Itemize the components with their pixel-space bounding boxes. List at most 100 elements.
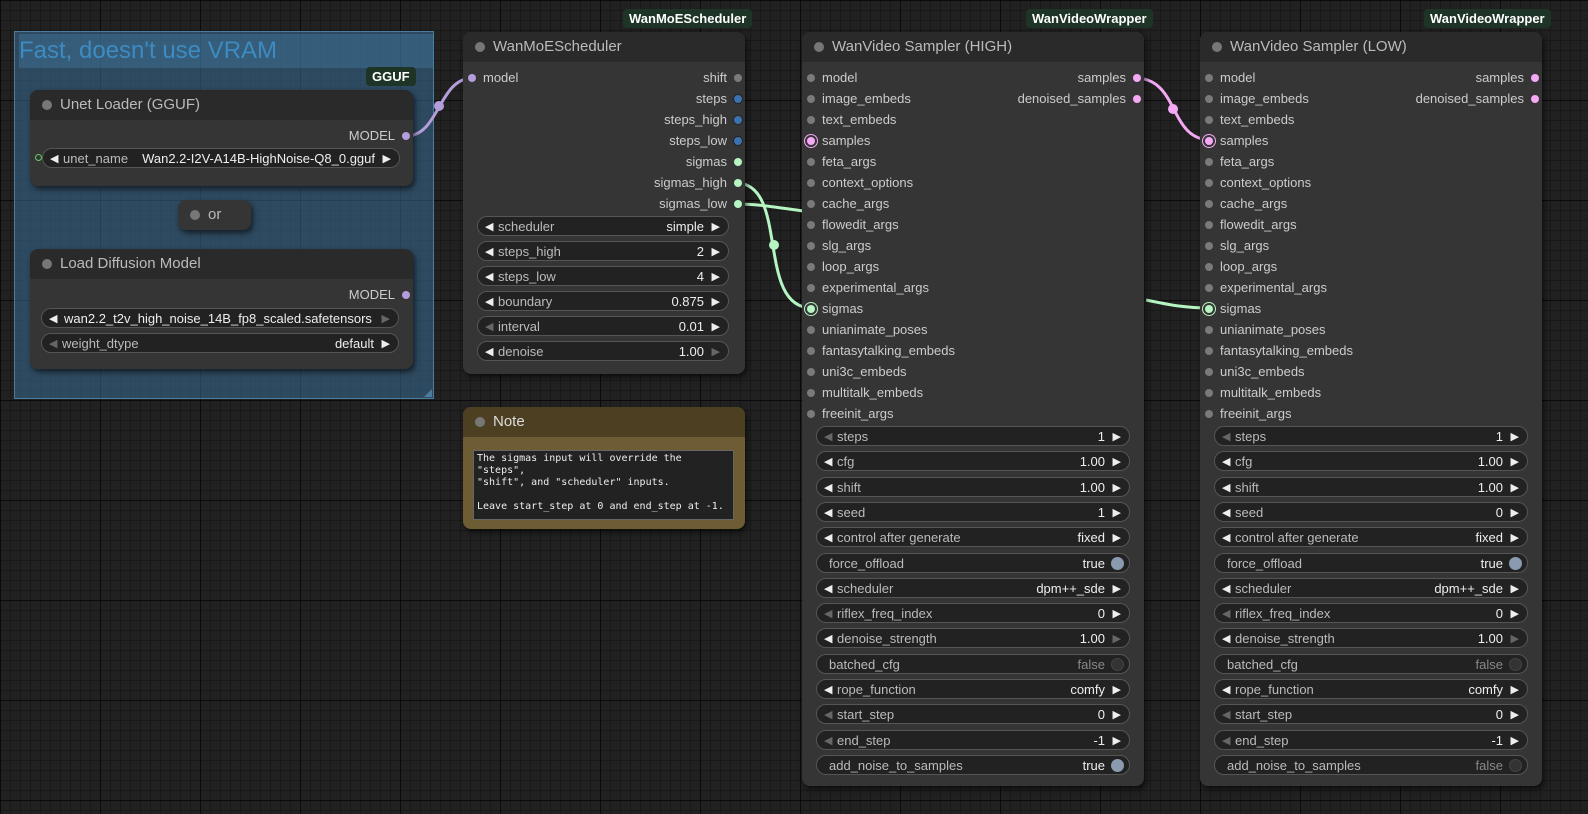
slot-dot-icon[interactable] [1531,74,1539,82]
input-loop-args[interactable]: loop_args [1200,257,1277,277]
arrow-left-icon[interactable]: ◀ [824,478,832,498]
arrow-left-icon[interactable]: ◀ [485,292,493,312]
arrow-left-icon[interactable]: ◀ [1222,452,1230,472]
slot-dot-icon[interactable] [1205,221,1213,229]
output-sigmas[interactable]: sigmas [686,152,745,172]
node-title[interactable]: Note [463,407,745,437]
arrow-right-icon[interactable]: ▶ [1511,452,1519,472]
arrow-left-icon[interactable]: ◀ [1222,478,1230,498]
toggle-knob-icon[interactable] [1111,556,1124,570]
node-title[interactable]: Unet Loader (GGUF) [30,90,413,120]
batched-cfg-widget[interactable]: batched_cfg false [816,653,1130,674]
input-model[interactable]: model [1200,68,1255,88]
widget-input-dot-icon[interactable] [35,154,42,161]
batched-cfg-widget[interactable]: batched_cfg false [1214,653,1528,674]
seed-widget[interactable]: ◀ seed 0 ▶ [1214,501,1528,522]
end-step-widget[interactable]: ◀ end_step -1 ▶ [1214,729,1528,751]
slot-dot-icon[interactable] [807,326,815,334]
arrow-right-icon[interactable]: ▶ [1113,427,1121,447]
slot-dot-icon[interactable] [468,74,476,82]
output-shift[interactable]: shift [703,68,745,88]
arrow-left-icon[interactable]: ◀ [50,149,58,169]
slot-dot-icon[interactable] [807,95,815,103]
input-experimental-args[interactable]: experimental_args [802,278,929,298]
output-samples[interactable]: samples [1078,68,1144,88]
toggle-knob-icon[interactable] [1509,657,1522,671]
collapse-dot-icon[interactable] [475,42,485,52]
group-resize-handle[interactable] [424,389,432,397]
slot-dot-icon[interactable] [1205,74,1213,82]
toggle-knob-icon[interactable] [1111,758,1124,772]
output-model[interactable]: MODEL [349,126,413,146]
node-title[interactable]: or [178,200,251,230]
link-sigmas-high[interactable] [735,181,813,310]
arrow-right-icon[interactable]: ▶ [712,217,720,237]
force-offload-widget[interactable]: force_offload true [1214,552,1528,573]
scheduler-widget[interactable]: ◀ scheduler simple ▶ [477,216,729,236]
slot-dot-icon[interactable] [1531,95,1539,103]
load-diffusion-model-node[interactable]: Load Diffusion Model MODEL ◀ wan2.2_t2v_… [30,249,413,369]
node-title[interactable]: WanVideo Sampler (HIGH) [802,32,1144,62]
slot-dot-icon[interactable] [807,116,815,124]
slot-dot-icon[interactable] [734,158,742,166]
slot-dot-icon[interactable] [402,132,410,140]
slot-dot-icon[interactable] [1205,95,1213,103]
slot-dot-icon[interactable] [1133,74,1141,82]
slot-dot-icon[interactable] [807,389,815,397]
input-experimental-args[interactable]: experimental_args [1200,278,1327,298]
input-sigmas[interactable]: sigmas [1200,299,1261,319]
slot-dot-icon[interactable] [1133,95,1141,103]
arrow-right-icon[interactable]: ▶ [1511,579,1519,599]
arrow-left-icon[interactable]: ◀ [49,309,57,329]
slot-dot-icon[interactable] [1205,410,1213,418]
slot-dot-icon[interactable] [807,137,815,145]
control-after-generate-widget[interactable]: ◀ control after generate fixed ▶ [1214,527,1528,548]
collapse-dot-icon[interactable] [42,259,52,269]
riflex-freq-index-widget[interactable]: ◀ riflex_freq_index 0 ▶ [1214,603,1528,624]
output-model[interactable]: MODEL [349,285,413,305]
riflex-freq-index-widget[interactable]: ◀ riflex_freq_index 0 ▶ [816,603,1130,624]
start-step-widget[interactable]: ◀ start_step 0 ▶ [816,704,1130,725]
unet-name-combo[interactable]: ◀ unet_name Wan2.2-I2V-A14B-HighNoise-Q8… [42,148,400,168]
input-cache-args[interactable]: cache_args [802,194,889,214]
weight-dtype-combo[interactable]: ◀ weight_dtype default ▶ [41,333,399,353]
node-title[interactable]: Load Diffusion Model [30,249,413,279]
arrow-right-icon[interactable]: ▶ [1511,705,1519,725]
node-title[interactable]: WanVideo Sampler (LOW) [1200,32,1542,62]
slot-dot-icon[interactable] [734,137,742,145]
arrow-left-icon[interactable]: ◀ [485,267,493,287]
input-sigmas[interactable]: sigmas [802,299,863,319]
arrow-right-icon[interactable]: ▶ [712,342,720,362]
unet-loader-node[interactable]: Unet Loader (GGUF) MODEL ◀ unet_name Wan… [30,90,413,186]
output-steps-low[interactable]: steps_low [669,131,745,151]
output-steps[interactable]: steps [696,89,745,109]
arrow-right-icon[interactable]: ▶ [1511,680,1519,700]
input-fantasytalking-embeds[interactable]: fantasytalking_embeds [1200,341,1353,361]
slot-dot-icon[interactable] [807,410,815,418]
arrow-right-icon[interactable]: ▶ [1511,731,1519,751]
sampler-high-node[interactable]: WanVideo Sampler (HIGH) model image_embed… [802,32,1144,786]
output-samples[interactable]: samples [1476,68,1542,88]
link-sigmas-low[interactable] [735,202,805,213]
input-slg-args[interactable]: slg_args [802,236,871,256]
input-feta-args[interactable]: feta_args [802,152,876,172]
slot-dot-icon[interactable] [807,179,815,187]
steps-widget[interactable]: ◀ steps 1 ▶ [816,426,1130,446]
arrow-left-icon[interactable]: ◀ [824,629,832,649]
arrow-right-icon[interactable]: ▶ [1511,427,1519,447]
slot-dot-icon[interactable] [1205,368,1213,376]
arrow-left-icon[interactable]: ◀ [824,579,832,599]
toggle-knob-icon[interactable] [1509,556,1522,570]
slot-dot-icon[interactable] [1205,305,1213,313]
shift-widget[interactable]: ◀ shift 1.00 ▶ [1214,476,1528,498]
slot-dot-icon[interactable] [1205,137,1213,145]
slot-dot-icon[interactable] [807,74,815,82]
output-denoised-samples[interactable]: denoised_samples [1018,89,1144,109]
arrow-left-icon[interactable]: ◀ [1222,731,1230,751]
arrow-left-icon[interactable]: ◀ [824,731,832,751]
arrow-right-icon[interactable]: ▶ [712,317,720,337]
collapse-dot-icon[interactable] [1212,42,1222,52]
slot-dot-icon[interactable] [807,305,815,313]
input-context-options[interactable]: context_options [802,173,913,193]
input-samples[interactable]: samples [802,131,870,151]
